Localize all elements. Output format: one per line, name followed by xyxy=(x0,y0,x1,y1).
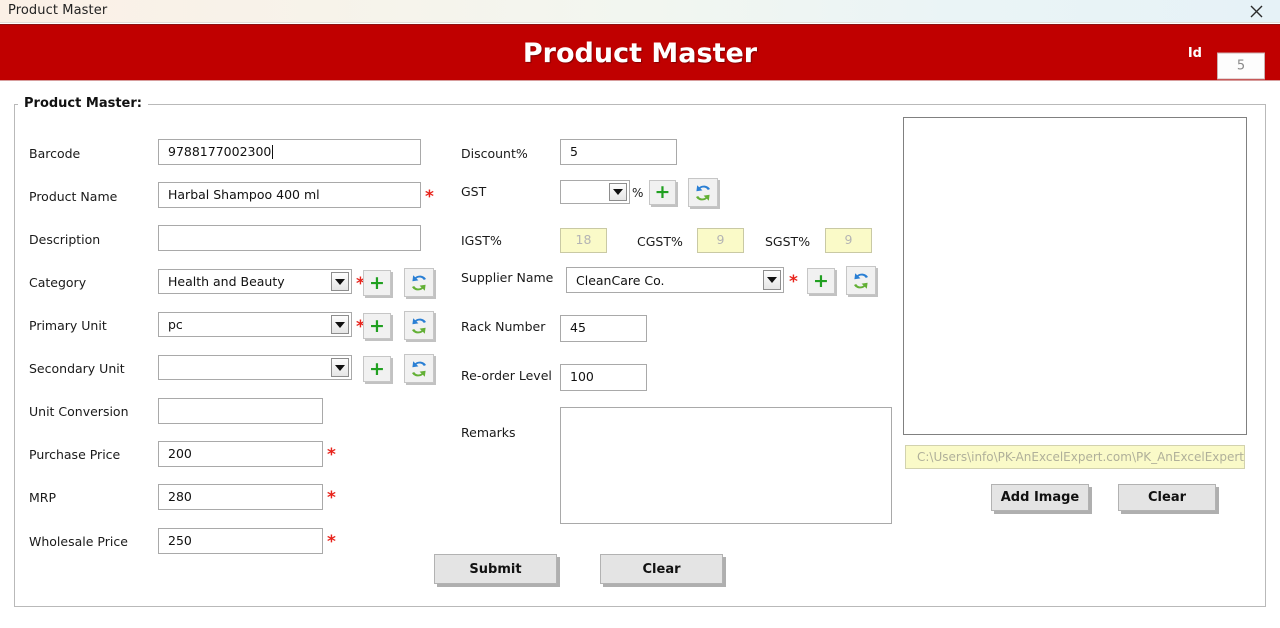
primary-unit-combobox[interactable]: pc xyxy=(158,312,352,337)
image-clear-button[interactable]: Clear xyxy=(1118,484,1216,511)
rack-number-input[interactable]: 45 xyxy=(560,315,647,342)
add-primary-unit-button[interactable]: + xyxy=(363,313,391,339)
purchase-price-input[interactable]: 200 xyxy=(158,441,323,467)
page-title: Product Master xyxy=(522,38,758,69)
refresh-icon xyxy=(692,182,714,204)
cgst-input: 9 xyxy=(697,228,744,253)
label-igst: IGST% xyxy=(461,233,502,248)
label-cgst: CGST% xyxy=(637,234,683,249)
barcode-input[interactable]: 9788177002300 xyxy=(158,139,421,165)
product-name-input[interactable]: Harbal Shampoo 400 ml xyxy=(158,182,421,208)
add-supplier-button[interactable]: + xyxy=(807,268,835,294)
chevron-down-icon[interactable] xyxy=(331,272,349,291)
secondary-unit-combobox[interactable] xyxy=(158,355,352,380)
submit-button[interactable]: Submit xyxy=(434,554,557,584)
label-sgst: SGST% xyxy=(765,234,811,249)
mrp-input[interactable]: 280 xyxy=(158,484,323,510)
plus-icon: + xyxy=(369,314,385,337)
image-path-input[interactable]: C:\Users\info\PK-AnExcelExpert.com\PK_An… xyxy=(905,445,1245,469)
description-input[interactable] xyxy=(158,225,421,251)
required-asterisk-mrp: * xyxy=(327,488,336,508)
sgst-input: 9 xyxy=(825,228,872,253)
label-primary-unit: Primary Unit xyxy=(29,318,107,333)
label-product-name: Product Name xyxy=(29,189,118,204)
required-asterisk-wholesale-price: * xyxy=(327,532,336,552)
unit-conversion-input[interactable] xyxy=(158,398,323,424)
plus-icon: + xyxy=(369,271,385,294)
label-reorder-level: Re-order Level xyxy=(461,368,552,383)
window-title: Product Master xyxy=(8,3,108,18)
primary-unit-value: pc xyxy=(168,317,183,332)
supplier-name-combobox[interactable]: CleanCare Co. xyxy=(566,267,784,293)
label-mrp: MRP xyxy=(29,490,57,505)
label-discount: Discount% xyxy=(461,146,528,161)
clear-button[interactable]: Clear xyxy=(600,554,723,584)
refresh-primary-unit-button[interactable] xyxy=(404,311,434,340)
chevron-down-icon[interactable] xyxy=(763,270,781,290)
category-combobox[interactable]: Health and Beauty xyxy=(158,269,352,294)
wholesale-price-input[interactable]: 250 xyxy=(158,528,323,554)
required-asterisk-supplier: * xyxy=(789,272,798,292)
label-purchase-price: Purchase Price xyxy=(29,447,121,462)
image-preview-panel[interactable] xyxy=(903,117,1247,435)
refresh-icon xyxy=(408,358,430,380)
label-rack-number: Rack Number xyxy=(461,319,546,334)
label-remarks: Remarks xyxy=(461,425,516,440)
refresh-icon xyxy=(408,272,430,294)
discount-input[interactable]: 5 xyxy=(560,139,677,165)
supplier-name-value: CleanCare Co. xyxy=(576,272,665,288)
required-asterisk-purchase-price: * xyxy=(327,445,336,465)
refresh-icon xyxy=(408,315,430,337)
add-image-button[interactable]: Add Image xyxy=(991,484,1089,511)
label-secondary-unit: Secondary Unit xyxy=(29,361,125,376)
reorder-level-input[interactable]: 100 xyxy=(560,364,647,391)
refresh-icon xyxy=(850,270,872,292)
remarks-textarea[interactable] xyxy=(560,407,892,524)
category-value: Health and Beauty xyxy=(168,274,285,289)
chevron-down-icon[interactable] xyxy=(609,183,627,201)
label-category: Category xyxy=(29,275,87,290)
id-input[interactable]: 5 xyxy=(1217,52,1265,80)
refresh-category-button[interactable] xyxy=(404,268,434,297)
add-category-button[interactable]: + xyxy=(363,270,391,296)
window-title-bar: Product Master xyxy=(0,0,1280,23)
label-description: Description xyxy=(29,232,101,247)
close-icon xyxy=(1250,5,1263,18)
plus-icon: + xyxy=(654,181,671,203)
app-banner: Product Master Id 5 xyxy=(0,24,1280,81)
label-supplier-name: Supplier Name xyxy=(461,270,554,285)
refresh-secondary-unit-button[interactable] xyxy=(404,354,434,383)
label-gst: GST xyxy=(461,184,487,199)
refresh-supplier-button[interactable] xyxy=(846,266,876,295)
gst-combobox[interactable] xyxy=(560,180,630,204)
add-gst-button[interactable]: + xyxy=(649,180,676,205)
groupbox-legend: Product Master: xyxy=(18,96,148,111)
refresh-gst-button[interactable] xyxy=(688,178,718,207)
label-barcode: Barcode xyxy=(29,146,81,161)
chevron-down-icon[interactable] xyxy=(331,315,349,334)
id-label: Id xyxy=(1187,46,1202,61)
label-unit-conversion: Unit Conversion xyxy=(29,404,129,419)
plus-icon: + xyxy=(813,269,829,292)
close-button[interactable] xyxy=(1236,0,1276,22)
gst-percent-sign: % xyxy=(632,186,644,200)
add-secondary-unit-button[interactable]: + xyxy=(363,356,391,382)
chevron-down-icon[interactable] xyxy=(331,358,349,377)
required-asterisk-product-name: * xyxy=(425,187,434,207)
plus-icon: + xyxy=(369,357,385,380)
igst-input: 18 xyxy=(560,228,607,253)
label-wholesale-price: Wholesale Price xyxy=(29,534,128,549)
